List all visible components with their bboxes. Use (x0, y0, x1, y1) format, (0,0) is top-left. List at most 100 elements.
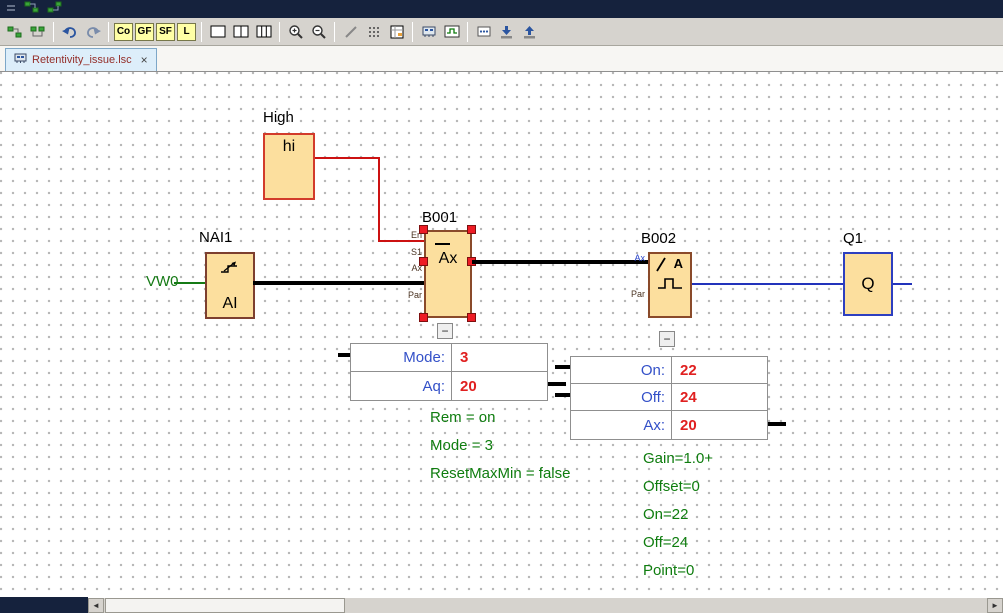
reference-points-icon[interactable] (472, 21, 495, 43)
wire-red-h1[interactable] (315, 157, 379, 159)
block-label-b001: B001 (422, 209, 457, 226)
wire-red-v[interactable] (378, 157, 380, 242)
sim-document-icon (14, 53, 27, 67)
wire-black-ai-b001[interactable] (253, 281, 424, 285)
param-value: 24 (672, 384, 697, 410)
pin-label-b002-ax: Ax (620, 253, 645, 263)
wire-blue-b002-q1[interactable] (692, 283, 843, 285)
zoom-in-icon[interactable] (284, 21, 307, 43)
wire-red-h2[interactable] (378, 240, 425, 242)
block-q1-output[interactable]: Q (843, 252, 893, 316)
window-single-icon[interactable] (206, 21, 229, 43)
annotation-gain: Gain=1.0+ (643, 450, 713, 467)
wire-green-vw0[interactable] (174, 282, 205, 284)
collapse-b002-params-button[interactable]: − (659, 331, 675, 347)
block-label-q1: Q1 (843, 230, 863, 247)
param-row: Ax: 20 (571, 411, 767, 439)
param-box-b002[interactable]: On: 22 Off: 24 Ax: 20 (570, 356, 768, 440)
window-split-two-icon[interactable] (229, 21, 252, 43)
annotation-on: On=22 (643, 506, 688, 523)
logic-l-button[interactable]: L (177, 23, 196, 41)
selection-handle[interactable] (419, 225, 428, 234)
constants-co-button[interactable]: Co (114, 23, 133, 41)
window-split-three-icon[interactable] (252, 21, 275, 43)
connect-modules-icon[interactable] (26, 21, 49, 43)
param-row: Aq: 20 (351, 372, 547, 400)
block-label-nai1: NAI1 (199, 229, 232, 246)
b001-block-text: Ax (426, 250, 470, 268)
wire-blue-q1-out[interactable] (893, 283, 912, 285)
bottom-left-panel (0, 597, 88, 613)
titlebar (0, 0, 1003, 18)
download-to-device-icon[interactable] (495, 21, 518, 43)
redo-icon[interactable] (81, 21, 104, 43)
scroll-left-arrow[interactable]: ◄ (88, 598, 104, 613)
zoom-out-icon[interactable] (307, 21, 330, 43)
online-test-icon[interactable] (440, 21, 463, 43)
simulation-icon[interactable] (417, 21, 440, 43)
param-label: Aq: (351, 372, 452, 400)
selection-handle[interactable] (467, 225, 476, 234)
annotation-resetmaxmin: ResetMaxMin = false (430, 465, 570, 482)
diagram-canvas[interactable]: High hi VW0 NAI1 AI B001 En S1 Ax Par Ax (0, 72, 1003, 597)
interface-connector-icon[interactable] (24, 0, 39, 18)
tab-retentivity-issue[interactable]: Retentivity_issue.lsc × (5, 48, 157, 71)
tab-label: Retentivity_issue.lsc (32, 54, 132, 66)
param-value: 22 (672, 357, 697, 383)
block-hi-constant[interactable]: hi (263, 133, 315, 200)
app-window: Co GF SF L (0, 0, 1003, 613)
param-label: On: (571, 357, 672, 383)
param-label: Ax: (571, 411, 672, 439)
b001-symbol-line (435, 243, 450, 245)
block-b002-analog-threshold[interactable]: A (648, 252, 692, 318)
toolbar-separator (201, 22, 202, 42)
collapse-b001-params-button[interactable]: − (437, 323, 453, 339)
param-row: Mode: 3 (351, 344, 547, 372)
block-label-b002: B002 (641, 230, 676, 247)
upload-from-device-icon[interactable] (518, 21, 541, 43)
snap-grid-icon[interactable] (362, 21, 385, 43)
ai-block-text: AI (207, 295, 253, 313)
b002-block-text: A (674, 256, 683, 271)
analog-input-symbol-icon (219, 260, 241, 279)
param-row: Off: 24 (571, 384, 767, 411)
q-block-text: Q (845, 274, 891, 294)
param-value: 20 (452, 372, 477, 400)
block-analog-input[interactable]: AI (205, 252, 255, 319)
toolbar-separator (279, 22, 280, 42)
page-layout-icon[interactable] (385, 21, 408, 43)
pin-label-b001-s1: S1 (397, 247, 422, 257)
menu-grip-icon (6, 0, 16, 18)
param-value: 20 (672, 411, 697, 439)
annotation-rem: Rem = on (430, 409, 495, 426)
param-connector-stub (555, 365, 570, 369)
scrollbar-thumb[interactable] (105, 598, 345, 613)
scroll-right-arrow[interactable]: ► (987, 598, 1003, 613)
selection-handle[interactable] (419, 257, 428, 266)
param-label: Mode: (351, 344, 452, 371)
special-functions-sf-button[interactable]: SF (156, 23, 175, 41)
selection-handle[interactable] (419, 313, 428, 322)
annotation-offset: Offset=0 (643, 478, 700, 495)
toolbar-separator (53, 22, 54, 42)
network-connector-icon[interactable] (47, 0, 62, 18)
tab-close-icon[interactable]: × (141, 53, 148, 67)
tab-strip: Retentivity_issue.lsc × (0, 46, 1003, 72)
undo-icon[interactable] (58, 21, 81, 43)
line-tool-icon[interactable] (339, 21, 362, 43)
hi-block-text: hi (265, 138, 313, 156)
basic-functions-gf-button[interactable]: GF (135, 23, 154, 41)
threshold-step-icon (656, 275, 684, 296)
toolbar-separator (467, 22, 468, 42)
param-connector-stub (548, 382, 566, 386)
horizontal-scrollbar[interactable]: ◄ ► (88, 597, 1003, 613)
block-b001-analog-amplifier[interactable]: Ax (424, 230, 472, 318)
bottom-bar: ◄ ► (0, 597, 1003, 613)
param-box-b001[interactable]: Mode: 3 Aq: 20 (350, 343, 548, 401)
toolbar-separator (412, 22, 413, 42)
annotation-point: Point=0 (643, 562, 694, 579)
annotation-mode: Mode = 3 (430, 437, 493, 454)
pin-label-b001-par: Par (397, 290, 422, 300)
interface-icon[interactable] (3, 21, 26, 43)
selection-handle[interactable] (467, 313, 476, 322)
